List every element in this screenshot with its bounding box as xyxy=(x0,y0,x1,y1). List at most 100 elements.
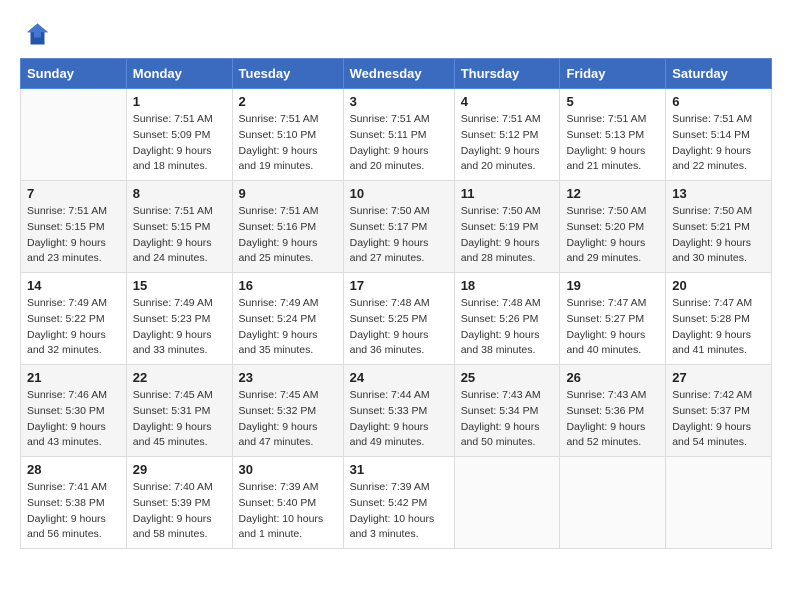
logo-icon xyxy=(20,20,48,48)
calendar-week-row: 7 Sunrise: 7:51 AMSunset: 5:15 PMDaylight… xyxy=(21,181,772,273)
day-info: Sunrise: 7:45 AMSunset: 5:32 PMDaylight:… xyxy=(239,388,337,451)
day-info: Sunrise: 7:45 AMSunset: 5:31 PMDaylight:… xyxy=(133,388,226,451)
day-info: Sunrise: 7:44 AMSunset: 5:33 PMDaylight:… xyxy=(350,388,448,451)
day-number: 6 xyxy=(672,94,765,109)
calendar-cell: 5Sunrise: 7:51 AMSunset: 5:13 PMDaylight… xyxy=(560,89,666,181)
calendar-cell: 8 Sunrise: 7:51 AMSunset: 5:15 PMDaylight… xyxy=(126,181,232,273)
calendar-cell: 1 Sunrise: 7:51 AMSunset: 5:09 PMDaylight… xyxy=(126,89,232,181)
calendar-cell: 30 Sunrise: 7:39 AMSunset: 5:40 PMDayligh… xyxy=(232,457,343,549)
day-number: 16 xyxy=(239,278,337,293)
calendar-cell: 11 Sunrise: 7:50 AMSunset: 5:19 PMDayligh… xyxy=(454,181,560,273)
day-info: Sunrise: 7:51 AMSunset: 5:14 PMDaylight:… xyxy=(672,112,765,175)
day-number: 28 xyxy=(27,462,120,477)
day-number: 3 xyxy=(350,94,448,109)
day-info: Sunrise: 7:43 AMSunset: 5:34 PMDaylight:… xyxy=(461,388,554,451)
day-info: Sunrise: 7:49 AMSunset: 5:22 PMDaylight:… xyxy=(27,296,120,359)
day-info: Sunrise: 7:51 AMSunset: 5:09 PMDaylight:… xyxy=(133,112,226,175)
day-info: Sunrise: 7:39 AMSunset: 5:40 PMDaylight:… xyxy=(239,480,337,543)
weekday-header-monday: Monday xyxy=(126,59,232,89)
day-info: Sunrise: 7:51 AMSunset: 5:15 PMDaylight:… xyxy=(27,204,120,267)
day-number: 7 xyxy=(27,186,120,201)
day-number: 4 xyxy=(461,94,554,109)
day-info: Sunrise: 7:50 AMSunset: 5:17 PMDaylight:… xyxy=(350,204,448,267)
day-info: Sunrise: 7:51 AMSunset: 5:11 PMDaylight:… xyxy=(350,112,448,175)
day-number: 27 xyxy=(672,370,765,385)
day-number: 26 xyxy=(566,370,659,385)
calendar-cell: 29 Sunrise: 7:40 AMSunset: 5:39 PMDayligh… xyxy=(126,457,232,549)
calendar-week-row: 21Sunrise: 7:46 AMSunset: 5:30 PMDayligh… xyxy=(21,365,772,457)
calendar-cell: 25 Sunrise: 7:43 AMSunset: 5:34 PMDayligh… xyxy=(454,365,560,457)
day-info: Sunrise: 7:51 AMSunset: 5:10 PMDaylight:… xyxy=(239,112,337,175)
calendar-cell: 13Sunrise: 7:50 AMSunset: 5:21 PMDayligh… xyxy=(666,181,772,273)
logo xyxy=(20,20,52,48)
calendar-cell: 20 Sunrise: 7:47 AMSunset: 5:28 PMDayligh… xyxy=(666,273,772,365)
day-info: Sunrise: 7:41 AMSunset: 5:38 PMDaylight:… xyxy=(27,480,120,543)
day-number: 22 xyxy=(133,370,226,385)
calendar-table: SundayMondayTuesdayWednesdayThursdayFrid… xyxy=(20,58,772,549)
calendar-cell: 24 Sunrise: 7:44 AMSunset: 5:33 PMDayligh… xyxy=(343,365,454,457)
calendar-cell: 9Sunrise: 7:51 AMSunset: 5:16 PMDaylight… xyxy=(232,181,343,273)
weekday-header-friday: Friday xyxy=(560,59,666,89)
calendar-cell: 23 Sunrise: 7:45 AMSunset: 5:32 PMDayligh… xyxy=(232,365,343,457)
day-number: 23 xyxy=(239,370,337,385)
day-number: 24 xyxy=(350,370,448,385)
calendar-week-row: 1 Sunrise: 7:51 AMSunset: 5:09 PMDaylight… xyxy=(21,89,772,181)
day-number: 8 xyxy=(133,186,226,201)
calendar-cell: 26 Sunrise: 7:43 AMSunset: 5:36 PMDayligh… xyxy=(560,365,666,457)
day-info: Sunrise: 7:50 AMSunset: 5:19 PMDaylight:… xyxy=(461,204,554,267)
calendar-cell xyxy=(454,457,560,549)
calendar-cell: 18Sunrise: 7:48 AMSunset: 5:26 PMDayligh… xyxy=(454,273,560,365)
calendar-cell: 19Sunrise: 7:47 AMSunset: 5:27 PMDayligh… xyxy=(560,273,666,365)
calendar-cell: 3 Sunrise: 7:51 AMSunset: 5:11 PMDaylight… xyxy=(343,89,454,181)
day-info: Sunrise: 7:48 AMSunset: 5:25 PMDaylight:… xyxy=(350,296,448,359)
calendar-cell: 17 Sunrise: 7:48 AMSunset: 5:25 PMDayligh… xyxy=(343,273,454,365)
calendar-cell: 10 Sunrise: 7:50 AMSunset: 5:17 PMDayligh… xyxy=(343,181,454,273)
calendar-cell: 27 Sunrise: 7:42 AMSunset: 5:37 PMDayligh… xyxy=(666,365,772,457)
day-number: 15 xyxy=(133,278,226,293)
day-number: 19 xyxy=(566,278,659,293)
day-info: Sunrise: 7:49 AMSunset: 5:23 PMDaylight:… xyxy=(133,296,226,359)
calendar-cell: 4Sunrise: 7:51 AMSunset: 5:12 PMDaylight… xyxy=(454,89,560,181)
day-number: 21 xyxy=(27,370,120,385)
day-info: Sunrise: 7:49 AMSunset: 5:24 PMDaylight:… xyxy=(239,296,337,359)
day-number: 1 xyxy=(133,94,226,109)
calendar-header: SundayMondayTuesdayWednesdayThursdayFrid… xyxy=(21,59,772,89)
calendar-cell: 28 Sunrise: 7:41 AMSunset: 5:38 PMDayligh… xyxy=(21,457,127,549)
day-number: 14 xyxy=(27,278,120,293)
day-info: Sunrise: 7:42 AMSunset: 5:37 PMDaylight:… xyxy=(672,388,765,451)
day-number: 20 xyxy=(672,278,765,293)
calendar-body: 1 Sunrise: 7:51 AMSunset: 5:09 PMDaylight… xyxy=(21,89,772,549)
day-info: Sunrise: 7:43 AMSunset: 5:36 PMDaylight:… xyxy=(566,388,659,451)
day-number: 29 xyxy=(133,462,226,477)
day-info: Sunrise: 7:40 AMSunset: 5:39 PMDaylight:… xyxy=(133,480,226,543)
day-info: Sunrise: 7:51 AMSunset: 5:15 PMDaylight:… xyxy=(133,204,226,267)
weekday-header-saturday: Saturday xyxy=(666,59,772,89)
calendar-week-row: 28 Sunrise: 7:41 AMSunset: 5:38 PMDayligh… xyxy=(21,457,772,549)
day-info: Sunrise: 7:48 AMSunset: 5:26 PMDaylight:… xyxy=(461,296,554,359)
day-number: 10 xyxy=(350,186,448,201)
day-info: Sunrise: 7:47 AMSunset: 5:28 PMDaylight:… xyxy=(672,296,765,359)
day-info: Sunrise: 7:50 AMSunset: 5:20 PMDaylight:… xyxy=(566,204,659,267)
day-number: 25 xyxy=(461,370,554,385)
day-number: 17 xyxy=(350,278,448,293)
calendar-cell: 21Sunrise: 7:46 AMSunset: 5:30 PMDayligh… xyxy=(21,365,127,457)
day-number: 11 xyxy=(461,186,554,201)
calendar-cell: 12Sunrise: 7:50 AMSunset: 5:20 PMDayligh… xyxy=(560,181,666,273)
weekday-header-tuesday: Tuesday xyxy=(232,59,343,89)
day-number: 2 xyxy=(239,94,337,109)
weekday-row: SundayMondayTuesdayWednesdayThursdayFrid… xyxy=(21,59,772,89)
weekday-header-thursday: Thursday xyxy=(454,59,560,89)
weekday-header-wednesday: Wednesday xyxy=(343,59,454,89)
calendar-week-row: 14 Sunrise: 7:49 AMSunset: 5:22 PMDayligh… xyxy=(21,273,772,365)
calendar-cell: 14 Sunrise: 7:49 AMSunset: 5:22 PMDayligh… xyxy=(21,273,127,365)
calendar-cell: 22 Sunrise: 7:45 AMSunset: 5:31 PMDayligh… xyxy=(126,365,232,457)
calendar-cell: 6 Sunrise: 7:51 AMSunset: 5:14 PMDaylight… xyxy=(666,89,772,181)
day-number: 13 xyxy=(672,186,765,201)
day-info: Sunrise: 7:51 AMSunset: 5:16 PMDaylight:… xyxy=(239,204,337,267)
calendar-cell: 16 Sunrise: 7:49 AMSunset: 5:24 PMDayligh… xyxy=(232,273,343,365)
calendar-cell xyxy=(560,457,666,549)
calendar-cell: 7 Sunrise: 7:51 AMSunset: 5:15 PMDaylight… xyxy=(21,181,127,273)
day-number: 30 xyxy=(239,462,337,477)
calendar-cell xyxy=(21,89,127,181)
day-number: 5 xyxy=(566,94,659,109)
